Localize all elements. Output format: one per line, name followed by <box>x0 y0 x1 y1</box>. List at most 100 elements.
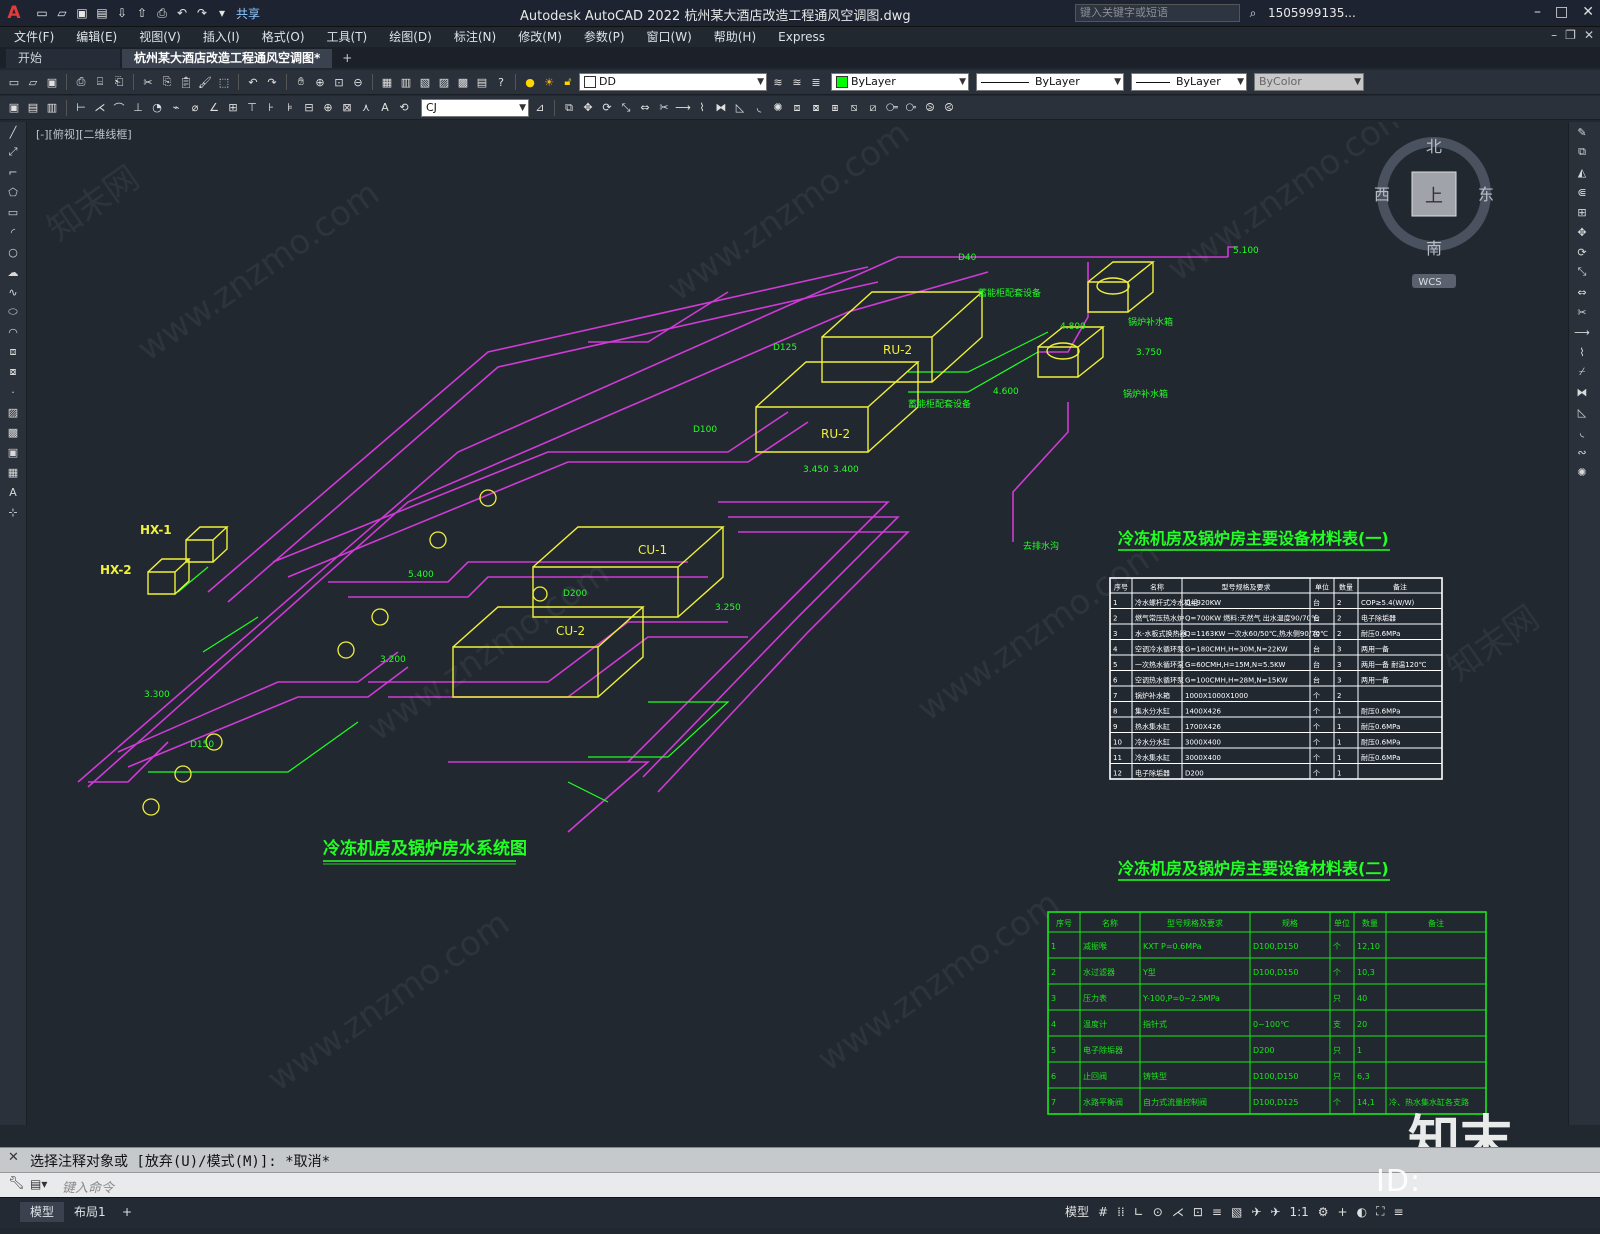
xref-icon[interactable]: ⧅ <box>846 100 862 116</box>
minimize-button[interactable]: – <box>1534 4 1541 20</box>
layer-dropdown[interactable]: DD ▼ <box>579 73 767 91</box>
compass-east[interactable]: 东 <box>1478 185 1494 204</box>
paste-icon[interactable]: 📋︎ <box>178 74 194 90</box>
explode-icon[interactable]: ✺ <box>1569 462 1595 482</box>
menu-tools[interactable]: 工具(T) <box>327 28 368 45</box>
zoom-window-icon[interactable]: ⊡ <box>331 74 347 90</box>
undo-icon[interactable]: ↶ <box>174 5 190 21</box>
command-input[interactable]: 键入命令 <box>62 1177 114 1196</box>
dim-diameter-icon[interactable]: ⌀ <box>187 100 203 116</box>
help-icon[interactable]: ? <box>493 74 509 90</box>
compass-south[interactable]: 南 <box>1426 239 1442 258</box>
insert-block-icon[interactable]: ⧈ <box>0 342 26 362</box>
wipeout-icon[interactable]: ⧃ <box>884 100 900 116</box>
modify-extend-icon[interactable]: ⟶ <box>675 100 691 116</box>
revision-cloud-icon[interactable]: ☁︎ <box>0 262 26 282</box>
annotation-monitor-icon[interactable]: + <box>1338 1205 1348 1219</box>
rectangle-icon[interactable]: ▭ <box>0 202 26 222</box>
ortho-icon[interactable]: ∟ <box>1134 1205 1144 1219</box>
make-current-layer-icon[interactable]: ≋ <box>770 74 786 90</box>
region-icon[interactable]: ▣ <box>0 442 26 462</box>
menu-draw[interactable]: 绘图(D) <box>389 28 432 45</box>
make-block-icon[interactable]: ⧇ <box>0 362 26 382</box>
modify-rotate-icon[interactable]: ⟳ <box>599 100 615 116</box>
modify-fillet-icon[interactable]: ◟ <box>751 100 767 116</box>
menu-insert[interactable]: 插入(I) <box>203 28 240 45</box>
save-icon[interactable]: ▣ <box>74 5 90 21</box>
block-editor-icon[interactable]: ⬚ <box>216 74 232 90</box>
dim-continue-icon[interactable]: ⊦ <box>263 100 279 116</box>
ungroup-icon[interactable]: ⧀ <box>941 100 957 116</box>
customize-icon[interactable]: 🔧︎ <box>8 1176 25 1191</box>
color-dropdown[interactable]: ByLayer ▼ <box>831 73 969 91</box>
open-icon[interactable]: ▱ <box>25 74 41 90</box>
tab-start[interactable]: 开始 <box>6 49 120 68</box>
modify-join-icon[interactable]: ⧓ <box>713 100 729 116</box>
polar-icon[interactable]: ⊙ <box>1153 1205 1163 1219</box>
tab-layout1[interactable]: 布局1 <box>64 1202 116 1222</box>
dim-baseline-icon[interactable]: ⊤ <box>244 100 260 116</box>
isolate-objects-icon[interactable]: ◐ <box>1357 1205 1367 1219</box>
break-at-point-icon[interactable]: ⌇ <box>1569 342 1595 362</box>
blend-curves-icon[interactable]: ∾ <box>1569 442 1595 462</box>
compass-north[interactable]: 北 <box>1426 137 1442 156</box>
multiline-text-icon[interactable]: A <box>0 482 26 502</box>
dim-edit-icon[interactable]: A <box>377 100 393 116</box>
layer-properties-icon[interactable]: ≣ <box>808 74 824 90</box>
import-icon[interactable]: ⇩ <box>114 5 130 21</box>
export-icon[interactable]: ⇧ <box>134 5 150 21</box>
menu-parametric[interactable]: 参数(P) <box>584 28 625 45</box>
add-layout-plus-icon[interactable]: + <box>112 1202 142 1222</box>
annotation-visibility-icon[interactable]: ✈ <box>1270 1205 1280 1219</box>
modify-chamfer-icon[interactable]: ◺ <box>732 100 748 116</box>
menu-view[interactable]: 视图(V) <box>139 28 181 45</box>
move-icon[interactable]: ✥ <box>1569 222 1595 242</box>
extend-icon[interactable]: ⟶ <box>1569 322 1595 342</box>
modify-move-icon[interactable]: ✥ <box>580 100 596 116</box>
dim-radius-icon[interactable]: ◔ <box>149 100 165 116</box>
dim-ordinate-icon[interactable]: ⊥ <box>130 100 146 116</box>
save-icon[interactable]: ▣ <box>44 74 60 90</box>
text-style-dropdown[interactable]: CJ ▼ <box>421 98 529 117</box>
polyline-icon[interactable]: ⌐ <box>0 162 26 182</box>
block-create-icon[interactable]: ⧇ <box>808 100 824 116</box>
modify-explode-icon[interactable]: ✺ <box>770 100 786 116</box>
dim-aligned-icon[interactable]: ⋌ <box>92 100 108 116</box>
circle-icon[interactable]: ○ <box>0 242 26 262</box>
doc-minimize-button[interactable]: – <box>1551 28 1557 42</box>
lineweight-dropdown[interactable]: ByLayer ▼ <box>1131 73 1247 91</box>
spline-icon[interactable]: ∿ <box>0 282 26 302</box>
menu-help[interactable]: 帮助(H) <box>714 28 756 45</box>
transparency-icon[interactable]: ▧ <box>1231 1205 1242 1219</box>
hatch-icon[interactable]: ▨ <box>0 402 26 422</box>
annotation-scale-value[interactable]: 1:1 <box>1289 1205 1308 1219</box>
print-icon[interactable]: ⎙ <box>154 5 170 21</box>
dim-linear-icon[interactable]: ⊢ <box>73 100 89 116</box>
menu-modify[interactable]: 修改(M) <box>518 28 562 45</box>
workspace-gear-icon[interactable]: ⚙ <box>1318 1205 1329 1219</box>
gradient-icon[interactable]: ▩ <box>0 422 26 442</box>
layer-thaw-icon[interactable]: ☀ <box>541 74 557 90</box>
chamfer-icon[interactable]: ◺ <box>1569 402 1595 422</box>
copy-icon[interactable]: ⧉ <box>1569 142 1595 162</box>
attribute-icon[interactable]: ⧆ <box>827 100 843 116</box>
tool-palettes-icon[interactable]: ▧ <box>417 74 433 90</box>
polygon-icon[interactable]: ⬠ <box>0 182 26 202</box>
offset-icon[interactable]: ⋐ <box>1569 182 1595 202</box>
design-center-icon[interactable]: ▥ <box>398 74 414 90</box>
recent-commands-icon[interactable]: ▤▾ <box>30 1177 47 1191</box>
tab-drawing[interactable]: 杭州某大酒店改造工程通风空调图* <box>122 49 333 68</box>
table-icon[interactable]: ▦ <box>0 462 26 482</box>
pan-icon[interactable]: ✋︎ <box>293 74 309 90</box>
region-icon[interactable]: ⧂ <box>903 100 919 116</box>
close-button[interactable]: ✕ <box>1582 4 1594 20</box>
dim-update-icon[interactable]: ⟲ <box>396 100 412 116</box>
block-insert-icon[interactable]: ⧈ <box>789 100 805 116</box>
match-properties-icon[interactable]: 🖌︎ <box>197 74 213 90</box>
open-file-icon[interactable]: ▱ <box>54 5 70 21</box>
arc-icon[interactable]: ◜ <box>0 222 26 242</box>
plot-preview-icon[interactable]: ⌸ <box>92 74 108 90</box>
doc-restore-button[interactable]: ❐ <box>1565 28 1576 42</box>
dim-jogged-icon[interactable]: ⌁ <box>168 100 184 116</box>
menu-edit[interactable]: 编辑(E) <box>76 28 117 45</box>
